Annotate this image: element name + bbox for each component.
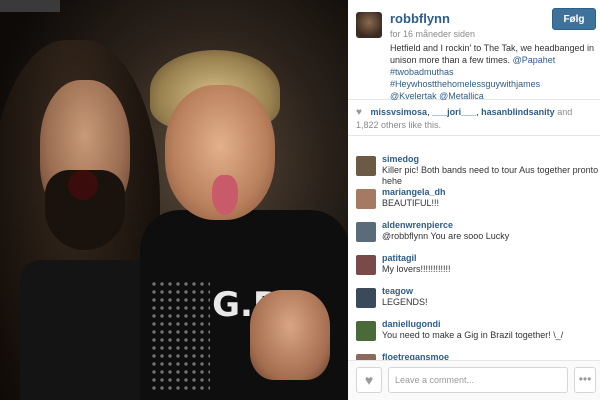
comment-avatar[interactable] (356, 288, 376, 308)
comments-list[interactable]: simedog Killer pic! Both bands need to t… (348, 150, 600, 360)
likes-heart-icon: ♥ (356, 107, 362, 118)
owner-avatar[interactable] (356, 12, 382, 38)
photo-person-right-tongue (212, 175, 238, 215)
comment-username[interactable]: simedog (382, 154, 600, 165)
comment-footer: ♥ ••• (348, 360, 600, 400)
heart-icon[interactable]: ♥ (356, 367, 382, 393)
comment-input[interactable] (388, 367, 568, 393)
caption-hashtags[interactable]: #twobadmuthas #Heywhostthehomelessguywit… (390, 67, 540, 89)
post-timestamp[interactable]: for 16 måneder siden (390, 29, 475, 39)
post-side-panel: robbflynn for 16 måneder siden Hetfield … (348, 0, 600, 400)
photo-person-left-mouth (68, 170, 98, 200)
comment-username[interactable]: mariangela_dh (382, 187, 600, 198)
comment-item: patitagil My lovers!!!!!!!!!!!! (348, 249, 600, 282)
liker-name[interactable]: ___jori___ (432, 107, 476, 117)
comment-text: You need to make a Gig in Brazil togethe… (382, 330, 564, 340)
comment-avatar[interactable] (356, 189, 376, 209)
comment-text: My lovers!!!!!!!!!!!! (382, 264, 451, 274)
photo-overlay-bar (0, 0, 60, 12)
owner-username[interactable]: robbflynn (390, 11, 450, 26)
comment-avatar[interactable] (356, 156, 376, 176)
photo-jacket-studs (150, 280, 210, 390)
comment-avatar[interactable] (356, 222, 376, 242)
post-header: robbflynn for 16 måneder siden Hetfield … (348, 0, 600, 102)
comment-item: mariangela_dh BEAUTIFUL!!! (348, 183, 600, 216)
caption-mention-papahet[interactable]: @Papahet (513, 55, 556, 65)
caption-text: Hetfield and I rockin' to The Tak, we he… (390, 43, 595, 65)
liker-name[interactable]: hasanbIindsanity (481, 107, 555, 117)
comment-username[interactable]: daniellugondi (382, 319, 600, 330)
comment-item: floetregansmoe (348, 348, 600, 360)
comment-avatar[interactable] (356, 321, 376, 341)
post-photo[interactable]: G.P (0, 0, 348, 400)
comment-item: simedog Killer pic! Both bands need to t… (348, 150, 600, 186)
follow-button[interactable]: Følg (552, 8, 596, 30)
comment-text: BEAUTIFUL!!! (382, 198, 440, 208)
comment-username[interactable]: floetregansmoe (382, 352, 600, 360)
comment-avatar[interactable] (356, 255, 376, 275)
comment-text: LEGENDS! (382, 297, 428, 307)
comment-item: teagow LEGENDS! (348, 282, 600, 315)
photo-person-right-hand (250, 290, 330, 380)
comment-text: @robbflynn You are sooo Lucky (382, 231, 510, 241)
comment-username[interactable]: teagow (382, 286, 600, 297)
comment-username[interactable]: patitagil (382, 253, 600, 264)
comment-item: aldenwrenpierce @robbflynn You are sooo … (348, 216, 600, 249)
more-icon[interactable]: ••• (574, 367, 596, 393)
comment-item: daniellugondi You need to make a Gig in … (348, 315, 600, 348)
likes-summary: ♥ missvsimosa, ___jori___, hasanbIindsan… (348, 100, 600, 136)
comment-username[interactable]: aldenwrenpierce (382, 220, 600, 231)
post-caption: Hetfield and I rockin' to The Tak, we he… (390, 42, 595, 102)
liker-name[interactable]: missvsimosa (371, 107, 428, 117)
